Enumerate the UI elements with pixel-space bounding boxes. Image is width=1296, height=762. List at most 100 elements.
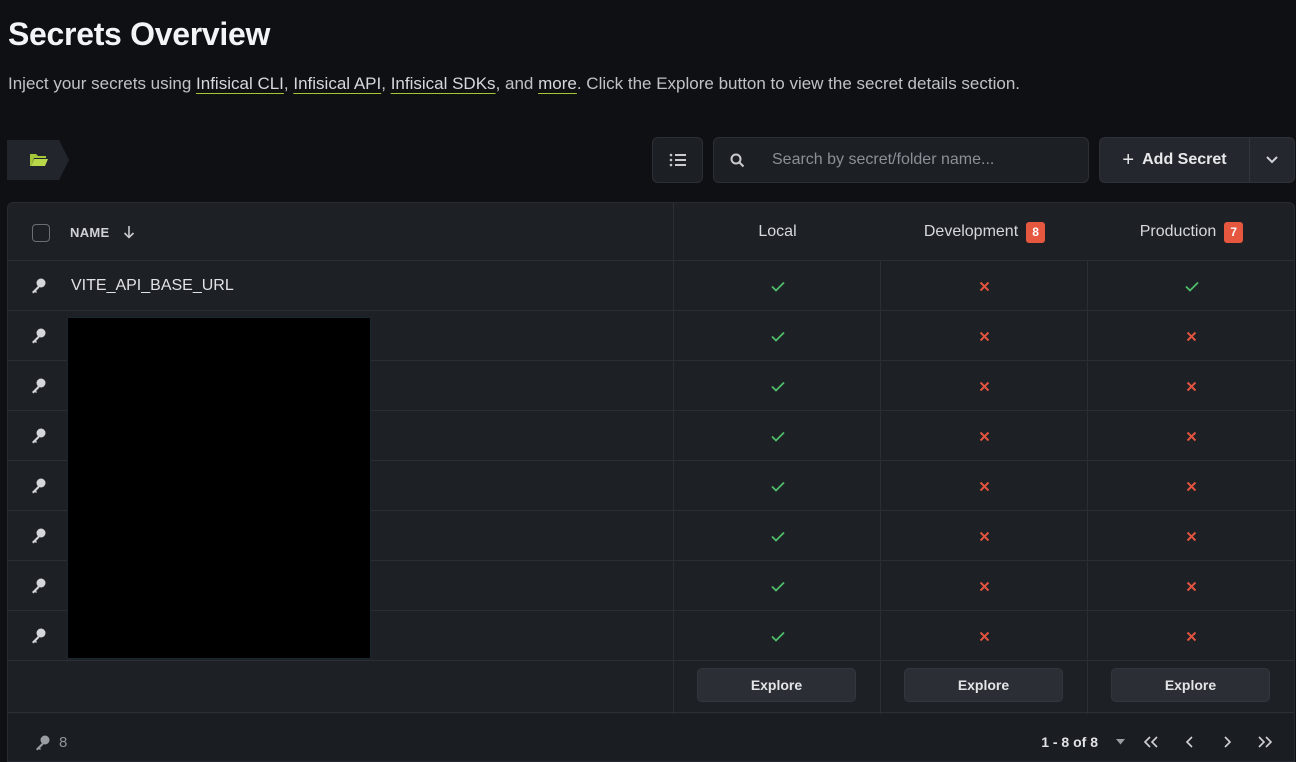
status-cell-development[interactable] [881, 411, 1088, 461]
check-icon [770, 531, 785, 542]
add-options-dropdown[interactable] [1250, 138, 1294, 182]
first-page-button[interactable] [1132, 727, 1170, 757]
key-icon [32, 428, 46, 444]
status-cell-development[interactable] [881, 361, 1088, 411]
secrets-table: NAME Local Development 8 Production 7 VI… [7, 202, 1295, 762]
x-icon [979, 331, 990, 341]
explore-local-button[interactable]: Explore [697, 668, 856, 702]
subtitle-sep: , and [495, 74, 539, 93]
page-range: 1 - 8 of 8 [1041, 734, 1098, 750]
status-cell-development[interactable] [881, 511, 1088, 561]
x-icon [1186, 481, 1197, 491]
status-cell-local[interactable] [674, 361, 881, 411]
table-row[interactable]: VITE_API_BASE_URL [8, 261, 1294, 311]
env-header-production: Production 7 [1088, 203, 1294, 261]
status-cell-development[interactable] [881, 261, 1088, 311]
search-input[interactable] [760, 151, 1088, 169]
key-icon [32, 578, 46, 594]
link-infisical-cli[interactable]: Infisical CLI [196, 74, 284, 93]
subtitle-sep: , [381, 74, 391, 93]
name-column-header[interactable]: NAME [70, 203, 135, 261]
check-icon [770, 631, 785, 642]
caret-down-icon [1115, 739, 1125, 745]
add-secret-label: Add Secret [1142, 151, 1227, 168]
status-cell-production[interactable] [1088, 611, 1294, 661]
status-cell-local[interactable] [674, 461, 881, 511]
chevron-right-icon [1223, 736, 1231, 748]
status-cell-local[interactable] [674, 261, 881, 311]
select-all-checkbox[interactable] [32, 224, 50, 242]
chevrons-right-icon [1258, 736, 1273, 748]
subtitle-text: . Click the Explore button to view the s… [576, 74, 1021, 93]
x-icon [979, 281, 990, 291]
secret-count-value: 8 [59, 733, 68, 751]
env-header-local: Local [674, 203, 881, 261]
subtitle-sep: , [283, 74, 294, 93]
prev-page-button[interactable] [1170, 727, 1208, 757]
subtitle-text: Inject your secrets using [8, 74, 197, 93]
env-name: Local [758, 223, 797, 240]
x-icon [979, 381, 990, 391]
explore-development-button[interactable]: Explore [904, 668, 1063, 702]
status-cell-development[interactable] [881, 461, 1088, 511]
chevrons-left-icon [1143, 736, 1158, 748]
check-icon [770, 581, 785, 592]
x-icon [1186, 581, 1197, 591]
explore-row: Explore Explore Explore [8, 661, 1294, 713]
status-cell-production[interactable] [1088, 311, 1294, 361]
key-icon [32, 278, 46, 294]
status-cell-production[interactable] [1088, 561, 1294, 611]
status-cell-local[interactable] [674, 511, 881, 561]
status-cell-production[interactable] [1088, 361, 1294, 411]
check-icon [1184, 281, 1199, 292]
link-infisical-sdks[interactable]: Infisical SDKs [391, 74, 496, 93]
key-icon [36, 735, 50, 750]
check-icon [770, 381, 785, 392]
x-icon [979, 631, 990, 641]
list-icon [669, 153, 686, 167]
check-icon [770, 481, 785, 492]
x-icon [1186, 631, 1197, 641]
status-cell-production[interactable] [1088, 411, 1294, 461]
check-icon [770, 431, 785, 442]
search-icon [714, 153, 760, 168]
name-header-label: NAME [70, 224, 110, 240]
last-page-button[interactable] [1246, 727, 1284, 757]
status-cell-local[interactable] [674, 311, 881, 361]
env-name: Development [923, 223, 1019, 240]
view-toggle-button[interactable] [652, 137, 703, 183]
table-header: NAME Local Development 8 Production 7 [8, 203, 1294, 261]
secret-count: 8 [34, 714, 68, 761]
key-icon [32, 478, 46, 494]
x-icon [979, 581, 990, 591]
link-more[interactable]: more [538, 74, 577, 93]
folder-open-icon [30, 154, 48, 166]
x-icon [1186, 531, 1197, 541]
breadcrumb-root[interactable] [7, 140, 69, 180]
key-icon [32, 328, 46, 344]
status-cell-local[interactable] [674, 411, 881, 461]
env-header-development: Development 8 [881, 203, 1088, 261]
page-title: Secrets Overview [8, 16, 271, 52]
next-page-button[interactable] [1208, 727, 1246, 757]
add-secret-button[interactable]: + Add Secret [1100, 138, 1250, 182]
chevron-down-icon [1266, 156, 1278, 164]
status-cell-development[interactable] [881, 561, 1088, 611]
page-size-dropdown[interactable] [1108, 727, 1132, 757]
link-infisical-api[interactable]: Infisical API [293, 74, 381, 93]
search-box [713, 137, 1089, 183]
x-icon [979, 531, 990, 541]
status-cell-local[interactable] [674, 611, 881, 661]
status-cell-production[interactable] [1088, 511, 1294, 561]
status-cell-development[interactable] [881, 311, 1088, 361]
x-icon [1186, 431, 1197, 441]
status-cell-development[interactable] [881, 611, 1088, 661]
key-icon [32, 528, 46, 544]
status-cell-local[interactable] [674, 561, 881, 611]
page-subtitle: Inject your secrets using Infisical CLI,… [8, 74, 1020, 94]
explore-production-button[interactable]: Explore [1111, 668, 1270, 702]
add-secret-group: + Add Secret [1099, 137, 1295, 183]
status-cell-production[interactable] [1088, 461, 1294, 511]
status-cell-production[interactable] [1088, 261, 1294, 311]
x-icon [1186, 331, 1197, 341]
